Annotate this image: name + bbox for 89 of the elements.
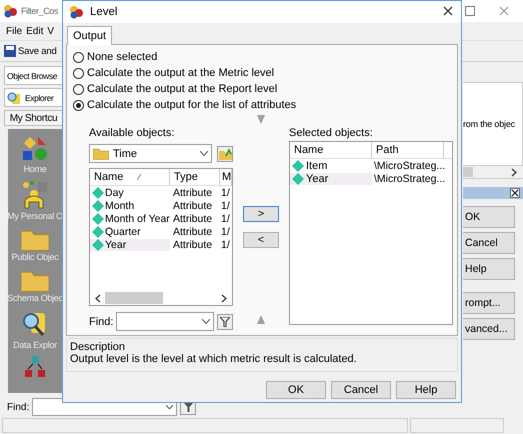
list-item[interactable]: Day (90, 186, 170, 198)
find-field[interactable] (116, 312, 214, 331)
remove-button[interactable]: < (243, 232, 279, 248)
column-header[interactable]: Name (90, 169, 170, 185)
column-header[interactable]: Path (372, 142, 444, 158)
panel-text: rom the objec (463, 119, 515, 129)
sort-icon (137, 174, 142, 180)
person-icon (20, 180, 50, 210)
close-icon[interactable] (443, 6, 453, 16)
folder-arrow-icon (218, 148, 232, 160)
table-cell-text: \MicroStrateg... (373, 172, 446, 184)
diamond-icon (292, 172, 304, 184)
shapes-icon (20, 135, 50, 163)
close-button[interactable] (510, 188, 520, 198)
list-item[interactable]: Month of Year (90, 212, 170, 224)
object-browser-dropdown[interactable]: Object Browse (4, 66, 62, 85)
diamond-icon (92, 238, 104, 250)
description-title: Description (70, 341, 126, 353)
scrollbar-thumb[interactable] (463, 167, 473, 177)
option-label[interactable]: Calculate the output for the list of attributes (87, 99, 296, 111)
dialog-icon (69, 5, 85, 19)
filter-button[interactable] (217, 314, 233, 330)
scrollbar-thumb[interactable] (105, 292, 163, 304)
side-button[interactable]: vanced... (463, 318, 515, 340)
option-label[interactable]: Calculate the output at the Report level (87, 83, 278, 95)
find-label: Find: (7, 402, 30, 412)
table-cell-text: \MicroStrateg... (373, 160, 446, 172)
radio-button[interactable] (73, 84, 84, 94)
find-label: Find: (89, 316, 114, 328)
caret-icon (166, 405, 174, 409)
selected-label: Selected objects: (289, 127, 374, 139)
dialog-button[interactable]: Help (396, 381, 456, 399)
save-icon[interactable] (4, 45, 16, 57)
option-label[interactable]: None selected (87, 51, 158, 63)
description-text: Output level is the level at which metric result is calculated. (70, 353, 358, 365)
table-cell-text: 1/ (220, 212, 231, 224)
side-button[interactable]: OK (463, 206, 515, 228)
side-button[interactable]: Cancel (463, 232, 515, 254)
radio-button[interactable] (73, 100, 84, 110)
save-label[interactable]: Save and (18, 46, 57, 56)
radio-button[interactable] (73, 68, 84, 78)
list-item[interactable]: Year (90, 238, 170, 250)
diamond-icon (92, 186, 104, 198)
table-cell-text: 1/ (220, 238, 231, 250)
menu-item[interactable]: V (47, 26, 54, 36)
diamond-icon (92, 212, 104, 224)
app-icon (3, 4, 19, 18)
dialog-title: Level (90, 6, 118, 18)
table-cell-text: Attribute (172, 186, 214, 198)
caret-icon (202, 319, 210, 324)
dialog-button[interactable]: Cancel (331, 381, 391, 399)
table-cell-text: Attribute (172, 212, 214, 224)
shortcuts-header: My Shortcu (4, 110, 62, 126)
filter-icon (220, 316, 230, 326)
tab[interactable]: Output (67, 26, 112, 45)
scroll-left-icon[interactable] (95, 294, 101, 302)
folder-icon (93, 147, 109, 160)
side-button[interactable]: rompt... (463, 292, 515, 314)
table-cell-text: Attribute (172, 226, 214, 238)
explorer-icon (7, 90, 21, 104)
column-header[interactable]: Name (290, 142, 372, 158)
diamond-icon (92, 200, 104, 212)
column-header[interactable]: Type (170, 169, 220, 185)
add-button[interactable]: > (243, 206, 279, 222)
list-item[interactable]: Month (90, 200, 170, 212)
window-title: Filter_Cos (21, 6, 58, 16)
table-cell-text: 1/ (220, 226, 231, 238)
menu-item[interactable]: File (6, 26, 22, 36)
table-cell-text: Attribute (172, 238, 214, 250)
up-folder-button[interactable] (217, 146, 233, 162)
table-cell-text: 1/ (220, 186, 231, 198)
side-button[interactable]: Help (463, 258, 515, 280)
radio-button[interactable] (73, 52, 84, 62)
dialog-button[interactable]: OK (266, 381, 326, 399)
column-header[interactable]: M (220, 169, 232, 185)
table-cell-text: 1/ (220, 200, 231, 212)
menu-item[interactable]: Edit (26, 26, 44, 36)
option-label[interactable]: Calculate the output at the Metric level (87, 67, 274, 79)
maximize-icon[interactable] (465, 6, 475, 16)
scroll-right-icon[interactable] (511, 168, 517, 176)
list-item[interactable]: Quarter (90, 226, 170, 238)
table-cell-text: Attribute (172, 200, 214, 212)
list-item[interactable]: Year (290, 172, 372, 184)
list-item[interactable]: Item (290, 160, 372, 172)
folder-dropdown[interactable]: Time (89, 144, 212, 163)
scroll-right-icon[interactable] (221, 294, 227, 302)
hierarchy-icon (24, 356, 46, 378)
caret-icon (200, 151, 208, 156)
available-label: Available objects: (89, 127, 176, 139)
